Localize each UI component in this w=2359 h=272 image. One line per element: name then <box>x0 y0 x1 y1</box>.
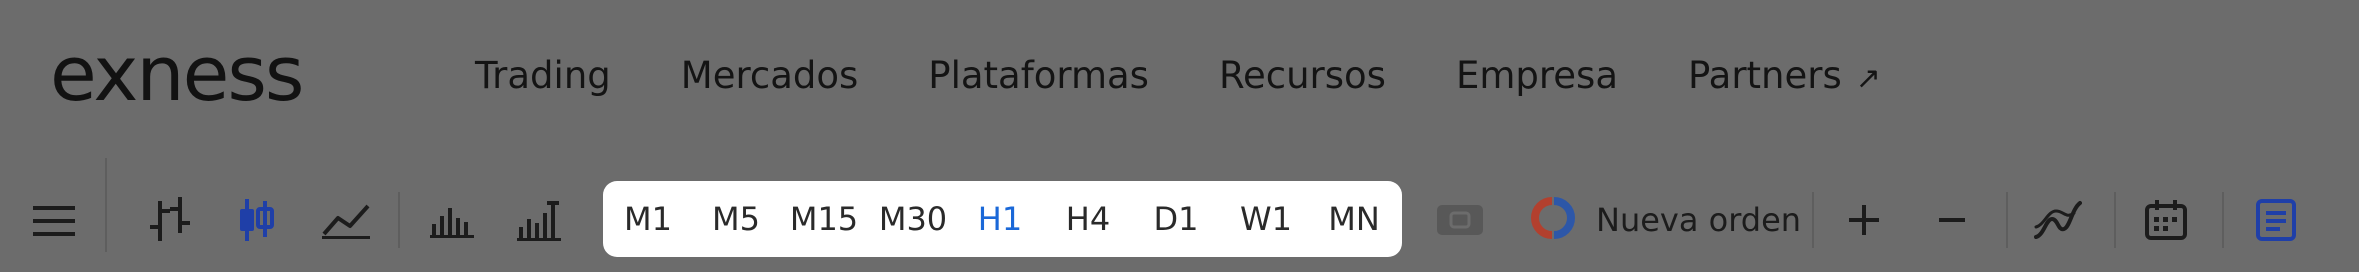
nav-empresa[interactable]: Empresa <box>1456 54 1618 97</box>
tick-volume-chart-icon[interactable] <box>510 192 570 248</box>
line-chart-icon[interactable] <box>316 192 376 248</box>
timeframe-h4[interactable]: H4 <box>1045 181 1131 257</box>
nav-plataformas[interactable]: Plataformas <box>928 54 1149 97</box>
hamburger-menu-icon[interactable] <box>22 196 86 246</box>
main-nav: Trading Mercados Plataformas Recursos Em… <box>475 50 1881 100</box>
exness-logo[interactable]: exness <box>50 34 305 114</box>
nav-trading[interactable]: Trading <box>475 54 611 97</box>
toolbar-divider <box>105 158 107 252</box>
candlestick-chart-icon[interactable] <box>226 192 286 248</box>
trading-page: exness Trading Mercados Plataformas Recu… <box>0 0 2359 272</box>
timeframe-selector: M1 M5 M15 M30 H1 H4 D1 W1 MN <box>603 181 1402 257</box>
nav-partners[interactable]: Partners ↗ <box>1688 54 1881 97</box>
nav-mercados[interactable]: Mercados <box>681 54 859 97</box>
new-order-button[interactable]: Nueva orden <box>1530 192 1801 248</box>
external-arrow-icon: ↗ <box>1855 60 1881 96</box>
one-click-trading-icon[interactable] <box>1430 194 1490 246</box>
zoom-out-icon[interactable] <box>1922 192 1982 248</box>
top-navigation: exness Trading Mercados Plataformas Recu… <box>0 0 2359 150</box>
calendar-icon[interactable] <box>2136 192 2196 248</box>
indicators-icon[interactable] <box>2028 192 2088 248</box>
bar-chart-icon[interactable] <box>140 192 200 248</box>
timeframe-m5[interactable]: M5 <box>693 181 779 257</box>
nav-partners-label: Partners <box>1688 53 1842 97</box>
timeframe-h1[interactable]: H1 <box>957 181 1043 257</box>
toolbar-divider <box>398 192 400 248</box>
toolbar-divider <box>2006 192 2008 248</box>
nav-recursos[interactable]: Recursos <box>1219 54 1386 97</box>
new-order-label: Nueva orden <box>1596 201 1802 239</box>
timeframe-m30[interactable]: M30 <box>867 181 959 257</box>
order-panel-icon[interactable] <box>2246 192 2306 248</box>
toolbar-divider <box>1812 192 1814 248</box>
timeframe-mn[interactable]: MN <box>1311 181 1397 257</box>
new-order-icon <box>1530 197 1576 243</box>
volume-chart-icon[interactable] <box>422 192 482 248</box>
timeframe-m15[interactable]: M15 <box>779 181 869 257</box>
zoom-in-icon[interactable] <box>1834 192 1894 248</box>
toolbar-divider <box>2114 192 2116 248</box>
toolbar-divider <box>2222 192 2224 248</box>
chart-toolbar: M1 M5 M15 M30 H1 H4 D1 W1 MN Nueva orden <box>0 158 2359 272</box>
timeframe-w1[interactable]: W1 <box>1223 181 1309 257</box>
timeframe-d1[interactable]: D1 <box>1133 181 1219 257</box>
timeframe-m1[interactable]: M1 <box>605 181 691 257</box>
